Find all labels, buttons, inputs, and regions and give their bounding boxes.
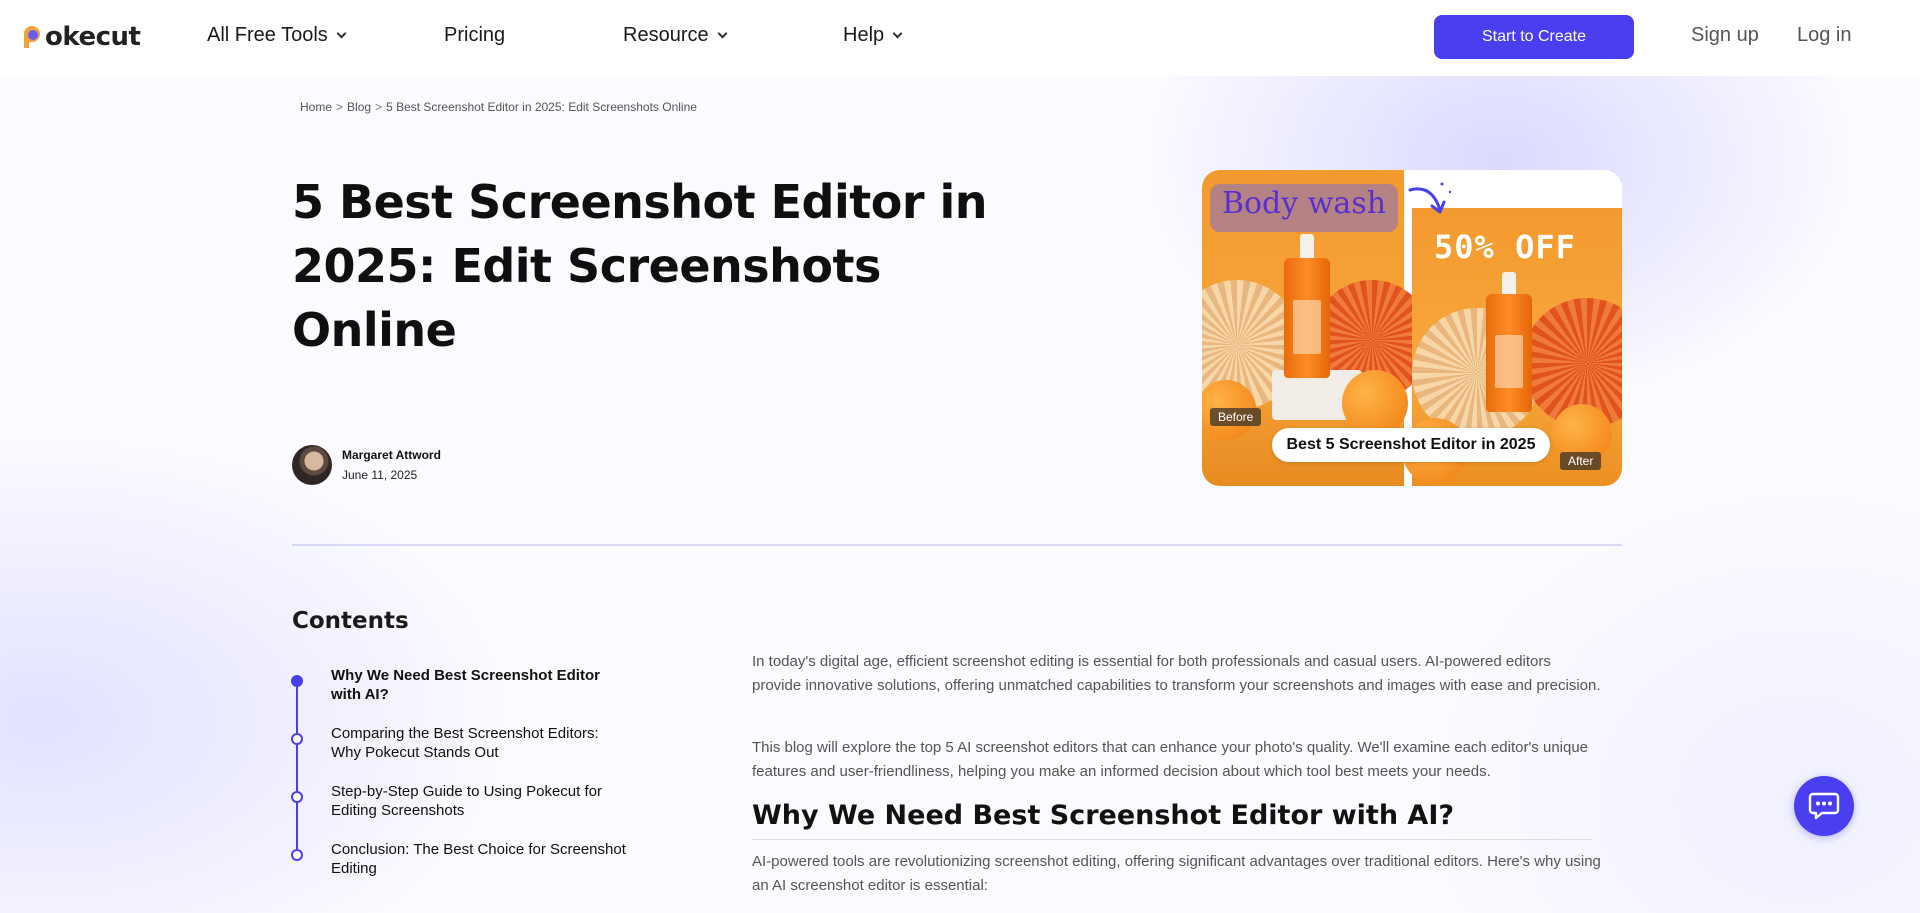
curved-arrow-icon [1408, 182, 1452, 214]
author-avatar [292, 445, 332, 485]
toc-marker [291, 791, 303, 803]
intro-paragraph-1: In today's digital age, efficient screen… [752, 653, 1601, 694]
breadcrumb: Home > Blog > 5 Best Screenshot Editor i… [300, 100, 697, 114]
intro-paragraph-2: This blog will explore the top 5 AI scre… [752, 739, 1589, 780]
toc-item-why-we-need[interactable]: Why We Need Best Screenshot Editor with … [331, 666, 631, 704]
promo-text-overlay: 50% OFF [1434, 228, 1576, 266]
chat-bubble-icon [1808, 792, 1840, 820]
hero-before-after-image: Body wash Before After 50% OFF Best 5 Sc… [1202, 170, 1622, 486]
toc-item-step-by-step[interactable]: Step-by-Step Guide to Using Pokecut for … [331, 782, 631, 820]
page-title: 5 Best Screenshot Editor in 2025: Edit S… [292, 175, 988, 357]
breadcrumb-blog[interactable]: Blog [347, 100, 371, 114]
sign-up-link[interactable]: Sign up [1691, 24, 1759, 47]
toc-item-conclusion[interactable]: Conclusion: The Best Choice for Screensh… [331, 840, 631, 878]
breadcrumb-separator: > [336, 100, 344, 114]
product-bottle [1486, 294, 1532, 412]
breadcrumb-home[interactable]: Home [300, 100, 332, 114]
chat-support-button[interactable] [1794, 776, 1854, 836]
before-tag: Before [1210, 408, 1262, 426]
toc-progress-line [296, 680, 298, 855]
pokecut-logo[interactable]: okecut [24, 22, 141, 52]
logo-text: okecut [45, 22, 141, 52]
breadcrumb-separator: > [375, 100, 383, 114]
toc-marker [291, 849, 303, 861]
nav-pricing[interactable]: Pricing [444, 24, 505, 47]
publish-date: June 11, 2025 [342, 468, 418, 482]
nav-label: Help [843, 24, 885, 46]
nav-label: Resource [623, 24, 709, 46]
hero-caption: Best 5 Screenshot Editor in 2025 [1272, 428, 1550, 462]
section-divider [292, 544, 1622, 546]
product-bottle [1284, 258, 1330, 378]
chevron-down-icon [892, 28, 903, 38]
nav-all-free-tools[interactable]: All Free Tools [207, 24, 347, 47]
chevron-down-icon [336, 28, 347, 38]
toc-marker [291, 733, 303, 745]
nav-help[interactable]: Help [843, 24, 903, 47]
body-wash-text-overlay: Body wash [1210, 184, 1398, 232]
toc-item-comparing[interactable]: Comparing the Best Screenshot Editors: W… [331, 724, 631, 762]
contents-heading: Contents [292, 608, 409, 634]
nav-label: Pricing [444, 24, 506, 46]
breadcrumb-current: 5 Best Screenshot Editor in 2025: Edit S… [386, 100, 697, 114]
section-paragraph: AI-powered tools are revolutionizing scr… [752, 853, 1601, 894]
nav-label: All Free Tools [207, 24, 328, 46]
toc-marker-active [291, 675, 303, 687]
nav-resource[interactable]: Resource [623, 24, 728, 47]
chevron-down-icon [717, 28, 728, 38]
start-to-create-button[interactable]: Start to Create [1434, 15, 1634, 59]
log-in-link[interactable]: Log in [1797, 24, 1852, 47]
top-navigation-bar: okecut All Free Tools Pricing Resource H… [0, 0, 1920, 76]
after-tag: After [1560, 452, 1602, 470]
pokecut-logo-mark-icon [24, 24, 44, 50]
author-name: Margaret Attword [342, 448, 441, 462]
section-heading-why-we-need: Why We Need Best Screenshot Editor with … [752, 800, 1592, 840]
